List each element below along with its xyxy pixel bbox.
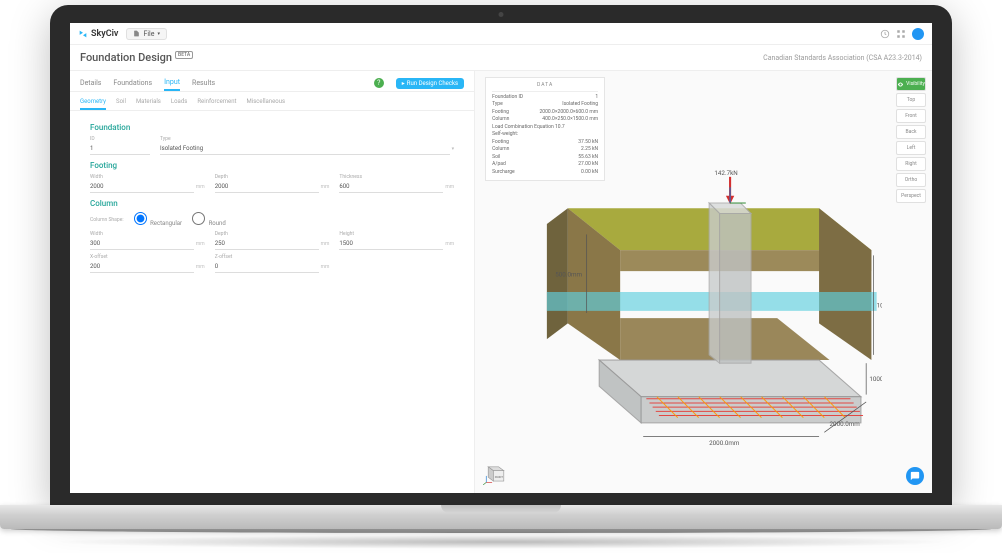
svg-text:1000.0mm: 1000.0mm (869, 375, 882, 383)
svg-text:2000.0mm: 2000.0mm (830, 420, 861, 428)
chat-button[interactable] (906, 467, 924, 485)
section-footing: Footing (90, 161, 454, 170)
subtab-misc[interactable]: Miscellaneous (247, 95, 286, 110)
run-design-button[interactable]: ▸Run Design Checks (396, 78, 464, 89)
footing-width-input[interactable] (90, 181, 194, 193)
viewport-3d[interactable]: DATA Foundation ID1TypeIsolated FootingF… (475, 71, 932, 493)
type-select[interactable] (160, 143, 450, 155)
view-front-button[interactable]: Front (896, 109, 926, 123)
model-3d[interactable]: 500.0mm 142.7kN 1000.0mm 1000.0mm 2000.0… (505, 121, 882, 463)
section-column: Column (90, 199, 454, 208)
shape-round-radio[interactable]: Round (192, 212, 226, 227)
view-controls: Visibility Top Front Back Left Right Ort… (896, 77, 926, 203)
skyciv-icon (78, 29, 88, 39)
view-perspect-button[interactable]: Perspect (896, 189, 926, 203)
view-left-button[interactable]: Left (896, 141, 926, 155)
tab-details[interactable]: Details (80, 76, 101, 90)
shape-rect-radio[interactable]: Rectangular (134, 212, 183, 227)
page-heading: Foundation DesignBETA Canadian Standards… (70, 45, 932, 71)
view-ortho-button[interactable]: Ortho (896, 173, 926, 187)
tab-results[interactable]: Results (192, 76, 215, 90)
file-menu-button[interactable]: File ▾ (126, 28, 167, 40)
col-depth-input[interactable] (215, 238, 319, 250)
zoffset-input[interactable] (215, 261, 319, 273)
sub-tabs: Geometry Soil Materials Loads Reinforcem… (70, 92, 474, 111)
orientation-cube[interactable]: FRONT (483, 459, 509, 485)
avatar[interactable] (912, 28, 924, 40)
view-right-button[interactable]: Right (896, 157, 926, 171)
id-input[interactable] (90, 143, 150, 155)
view-back-button[interactable]: Back (896, 125, 926, 139)
top-tabs: Details Foundations Input Results ? ▸Run… (70, 71, 474, 92)
svg-text:142.7kN: 142.7kN (715, 169, 738, 177)
subtab-soil[interactable]: Soil (116, 95, 126, 110)
form-body: Foundation ID Type ▾ Footing (70, 111, 474, 283)
history-icon[interactable] (880, 29, 890, 39)
svg-text:FRONT: FRONT (495, 475, 504, 479)
visibility-button[interactable]: Visibility (896, 77, 926, 91)
svg-text:500.0mm: 500.0mm (555, 270, 582, 278)
col-height-input[interactable] (339, 238, 443, 250)
svg-text:1000.0mm: 1000.0mm (877, 302, 882, 310)
section-foundation: Foundation (90, 123, 454, 132)
tab-foundations[interactable]: Foundations (113, 76, 152, 90)
brand-logo: SkyCiv (78, 29, 118, 39)
left-panel: Details Foundations Input Results ? ▸Run… (70, 71, 475, 493)
footing-depth-input[interactable] (215, 181, 319, 193)
apps-icon[interactable] (896, 29, 906, 39)
subtab-loads[interactable]: Loads (171, 95, 187, 110)
subtab-geometry[interactable]: Geometry (80, 95, 106, 110)
subtab-materials[interactable]: Materials (136, 95, 161, 110)
svg-text:2000.0mm: 2000.0mm (709, 439, 740, 447)
xoffset-input[interactable] (90, 261, 194, 273)
view-top-button[interactable]: Top (896, 93, 926, 107)
help-icon[interactable]: ? (374, 78, 384, 88)
design-standard: Canadian Standards Association (CSA A23.… (763, 54, 922, 62)
footing-thickness-input[interactable] (339, 181, 443, 193)
col-width-input[interactable] (90, 238, 194, 250)
topbar: SkyCiv File ▾ (70, 23, 932, 45)
subtab-reinf[interactable]: Reinforcement (197, 95, 236, 110)
tab-input[interactable]: Input (164, 75, 180, 91)
